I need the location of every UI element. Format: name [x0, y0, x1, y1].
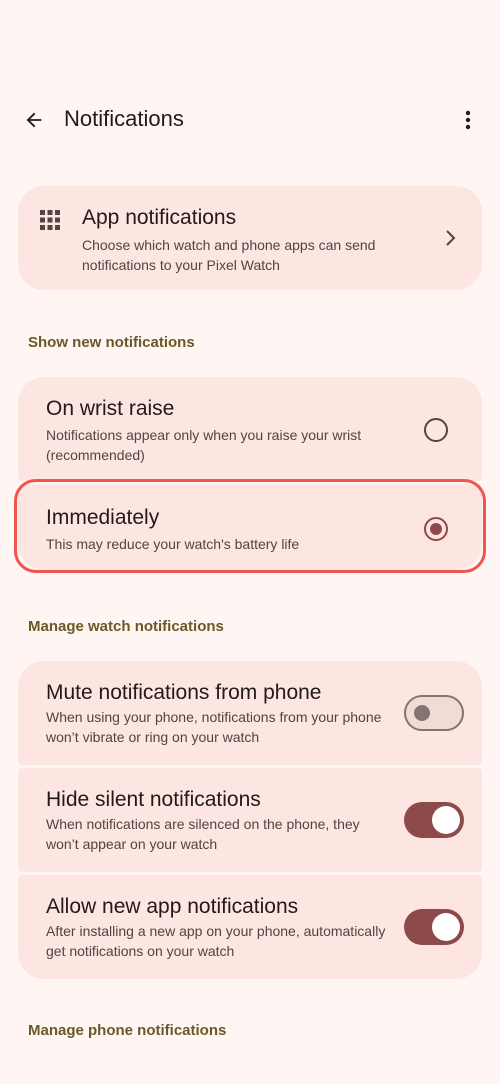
option-on-wrist-raise[interactable]: On wrist raise Notifications appear only…: [18, 377, 482, 481]
setting-title: Mute notifications from phone: [46, 681, 322, 704]
page-title: Notifications: [64, 106, 184, 131]
setting-hide-silent[interactable]: Hide silent notifications When notificat…: [18, 768, 482, 872]
setting-title: Hide silent notifications: [46, 788, 261, 811]
setting-mute-from-phone[interactable]: Mute notifications from phone When using…: [18, 661, 482, 765]
chevron-right-icon: [446, 230, 456, 246]
option-subtitle: This may reduce your watch's battery lif…: [46, 536, 300, 552]
app-notifications-subtitle: Choose which watch and phone apps can se…: [82, 237, 376, 273]
setting-subtitle: When using your phone, notifications fro…: [46, 709, 382, 745]
section-header-show-new: Show new notifications: [28, 334, 195, 351]
setting-allow-new-apps[interactable]: Allow new app notifications After instal…: [18, 875, 482, 979]
toggle-knob: [432, 913, 460, 941]
back-button[interactable]: [14, 100, 54, 140]
section-header-manage-watch: Manage watch notifications: [28, 618, 224, 635]
setting-subtitle: When notifications are silenced on the p…: [46, 816, 360, 852]
apps-grid-icon: [40, 210, 60, 230]
app-notifications-title: App notifications: [82, 206, 237, 229]
toggle-allow-new-apps[interactable]: [404, 909, 464, 945]
setting-subtitle: After installing a new app on your phone…: [46, 923, 386, 959]
toggle-mute-from-phone[interactable]: [404, 695, 464, 731]
top-app-bar: Notifications: [0, 92, 500, 148]
option-title: Immediately: [46, 506, 160, 529]
option-title: On wrist raise: [46, 397, 175, 420]
setting-title: Allow new app notifications: [46, 895, 299, 918]
radio-immediately[interactable]: [424, 517, 448, 541]
more-vert-icon: [465, 110, 471, 130]
arrow-back-icon: [26, 112, 42, 128]
section-header-manage-phone: Manage phone notifications: [28, 1022, 227, 1039]
app-notifications-card[interactable]: App notifications Choose which watch and…: [18, 186, 482, 290]
toggle-hide-silent[interactable]: [404, 802, 464, 838]
radio-on-wrist-raise[interactable]: [424, 418, 448, 442]
option-immediately[interactable]: Immediately This may reduce your watch's…: [18, 484, 482, 570]
toggle-knob: [432, 806, 460, 834]
option-subtitle: Notifications appear only when you raise…: [46, 427, 362, 463]
notifications-screen: Notifications App notifications Choose w…: [0, 0, 500, 1084]
more-options-button[interactable]: [452, 100, 484, 140]
toggle-knob: [414, 705, 430, 721]
